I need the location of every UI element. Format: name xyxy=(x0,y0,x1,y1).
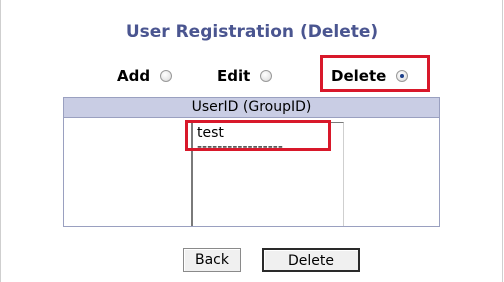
mode-edit-option[interactable]: Edit xyxy=(217,66,273,86)
mode-selector: Add Edit Delete xyxy=(0,66,504,86)
page-title: User Registration (Delete) xyxy=(125,22,379,42)
user-listbox[interactable]: test ----------------- xyxy=(191,122,344,226)
mode-add-radio[interactable] xyxy=(160,70,173,82)
mode-edit-radio[interactable] xyxy=(260,70,273,82)
list-item-test[interactable]: test xyxy=(193,126,343,140)
back-button[interactable]: Back xyxy=(183,248,241,272)
mode-delete-label: Delete xyxy=(331,67,387,85)
list-header: UserID (GroupID) xyxy=(64,98,439,118)
delete-button[interactable]: Delete xyxy=(262,248,360,272)
mode-add-option[interactable]: Add xyxy=(117,66,173,86)
mode-delete-option[interactable]: Delete xyxy=(331,66,409,86)
mode-add-label: Add xyxy=(117,67,151,85)
list-item-separator[interactable]: ----------------- xyxy=(193,140,343,154)
mode-delete-radio[interactable] xyxy=(396,70,409,82)
mode-edit-label: Edit xyxy=(217,67,251,85)
user-list-panel: UserID (GroupID) test ----------------- xyxy=(63,97,440,227)
action-buttons: Back Delete xyxy=(0,248,504,272)
